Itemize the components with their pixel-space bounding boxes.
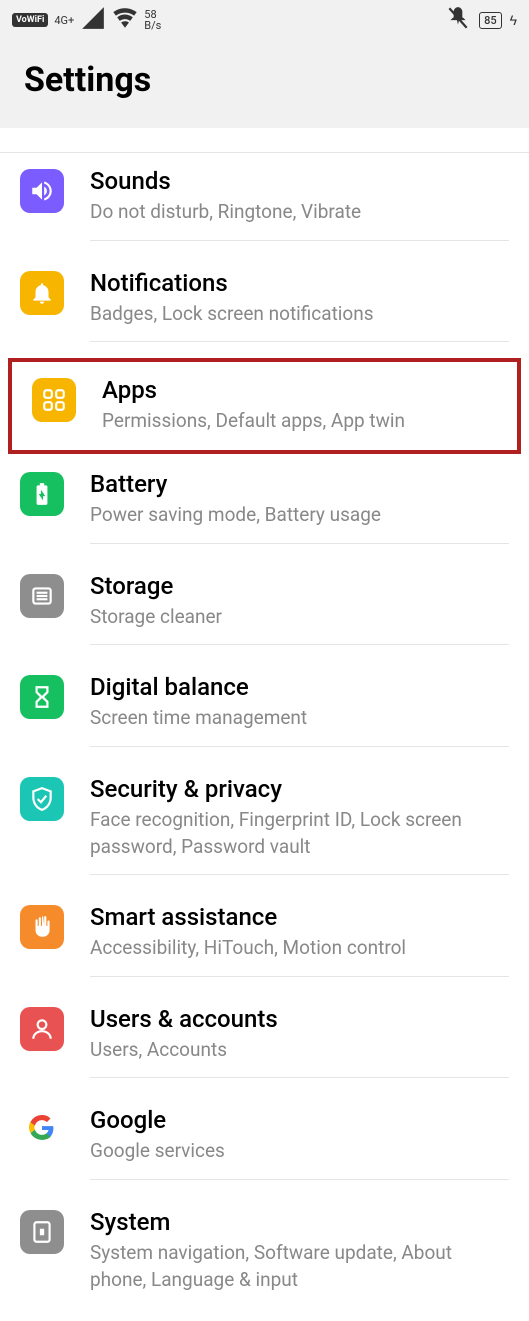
status-bar: VoWiFi 4G+ 58 B/s 85 ϟ [0,0,529,40]
settings-item-battery[interactable]: Battery Power saving mode, Battery usage [0,456,529,558]
user-icon [20,1007,64,1051]
page-title: Settings [24,60,505,100]
row-subtitle: Badges, Lock screen notifications [90,301,509,328]
row-title: Security & privacy [90,775,509,803]
settings-item-smart-assistance[interactable]: Smart assistance Accessibility, HiTouch,… [0,889,529,991]
hourglass-icon [20,675,64,719]
row-title: Battery [90,470,509,498]
system-icon [20,1210,64,1254]
row-subtitle: Accessibility, HiTouch, Motion control [90,935,509,962]
row-title: Apps [102,376,497,404]
row-title: Users & accounts [90,1005,509,1033]
row-subtitle: System navigation, Software update, Abou… [90,1240,509,1293]
row-title: Digital balance [90,673,509,701]
battery-icon [20,472,64,516]
settings-header: Settings [0,40,529,128]
settings-item-notifications[interactable]: Notifications Badges, Lock screen notifi… [0,255,529,357]
row-title: Notifications [90,269,509,297]
row-title: System [90,1208,509,1236]
vowifi-badge: VoWiFi [12,13,48,27]
data-speed: 58 B/s [144,9,161,31]
row-title: Sounds [90,167,509,195]
row-subtitle: Google services [90,1138,509,1165]
wifi-icon [112,5,138,35]
status-right: 85 ϟ [445,5,517,35]
settings-item-storage[interactable]: Storage Storage cleaner [0,558,529,660]
partial-row [0,143,529,153]
settings-item-system[interactable]: System System navigation, Software updat… [0,1194,529,1321]
sounds-icon [20,169,64,213]
hand-icon [20,905,64,949]
row-subtitle: Storage cleaner [90,604,509,631]
settings-item-security[interactable]: Security & privacy Face recognition, Fin… [0,761,529,889]
status-left: VoWiFi 4G+ 58 B/s [12,5,161,35]
settings-item-digital-balance[interactable]: Digital balance Screen time management [0,659,529,761]
row-subtitle: Permissions, Default apps, App twin [102,408,497,435]
shield-icon [20,777,64,821]
row-title: Smart assistance [90,903,509,931]
notifications-icon [20,271,64,315]
row-subtitle: Power saving mode, Battery usage [90,502,509,529]
row-subtitle: Face recognition, Fingerprint ID, Lock s… [90,807,509,860]
network-type: 4G+ [54,14,74,27]
row-subtitle: Do not disturb, Ringtone, Vibrate [90,199,509,226]
settings-item-google[interactable]: Google Google services [0,1092,529,1194]
settings-item-apps[interactable]: Apps Permissions, Default apps, App twin [24,372,505,440]
signal-icon [80,5,106,35]
charging-icon: ϟ [510,12,517,29]
google-icon [20,1106,64,1150]
battery-level: 85 [479,12,502,29]
settings-list[interactable]: Sounds Do not disturb, Ringtone, Vibrate… [0,128,529,1321]
highlight-box: Apps Permissions, Default apps, App twin [8,358,521,454]
storage-icon [20,574,64,618]
apps-icon [32,378,76,422]
settings-item-sounds[interactable]: Sounds Do not disturb, Ringtone, Vibrate [0,153,529,255]
row-subtitle: Users, Accounts [90,1037,509,1064]
row-title: Storage [90,572,509,600]
mute-icon [445,5,471,35]
row-subtitle: Screen time management [90,705,509,732]
settings-item-users-accounts[interactable]: Users & accounts Users, Accounts [0,991,529,1093]
row-title: Google [90,1106,509,1134]
